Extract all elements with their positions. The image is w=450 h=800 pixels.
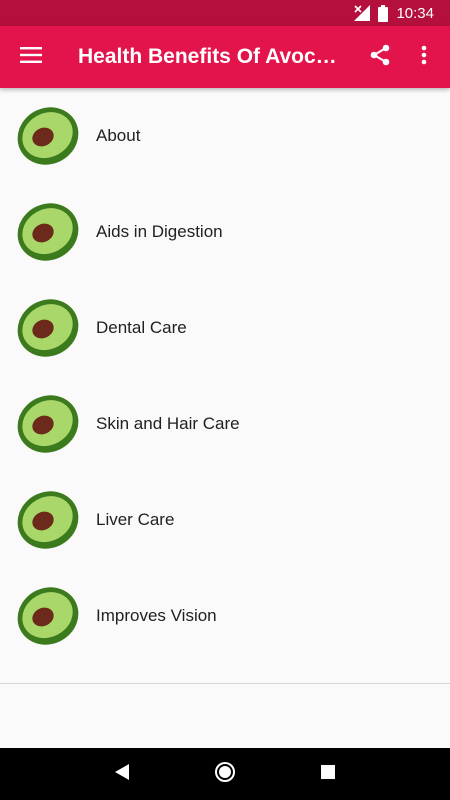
status-time: 10:34: [396, 4, 434, 22]
recents-icon: [321, 764, 336, 784]
list-item-about[interactable]: About: [0, 88, 450, 184]
battery-icon: [378, 4, 389, 22]
menu-button[interactable]: [0, 26, 62, 88]
home-icon: [214, 761, 236, 788]
home-button[interactable]: [205, 754, 245, 794]
back-icon: [114, 763, 129, 785]
list-item-improves-vision[interactable]: Improves Vision: [0, 568, 450, 664]
back-button[interactable]: [102, 754, 142, 794]
list-item-liver-care[interactable]: Liver Care: [0, 472, 450, 568]
list-item-label: Improves Vision: [96, 606, 217, 625]
avocado-icon: [16, 296, 80, 360]
list-item-skin-and-hair-care[interactable]: Skin and Hair Care: [0, 376, 450, 472]
list-item-label: Liver Care: [96, 510, 175, 529]
menu-icon: [20, 46, 42, 68]
avocado-icon: [16, 584, 80, 648]
avocado-icon: [16, 104, 80, 168]
avocado-icon: [16, 200, 80, 264]
list-item-label: Aids in Digestion: [96, 222, 223, 241]
app-bar: Health Benefits Of Avocado: [0, 26, 450, 88]
share-icon: [369, 44, 391, 71]
recents-button[interactable]: [308, 754, 348, 794]
more-options-button[interactable]: [404, 26, 444, 88]
list-item-dental-care[interactable]: Dental Care: [0, 280, 450, 376]
page-title: Health Benefits Of Avocado: [78, 45, 348, 68]
navigation-bar: [0, 748, 450, 800]
more-vert-icon: [421, 45, 427, 70]
avocado-icon: [16, 392, 80, 456]
share-button[interactable]: [356, 26, 404, 88]
avocado-icon: [16, 488, 80, 552]
status-bar: 10:34: [0, 0, 450, 26]
list-divider: [0, 683, 450, 684]
list-item-label: Skin and Hair Care: [96, 414, 240, 433]
list-item-label: Dental Care: [96, 318, 187, 337]
signal-off-icon: [354, 5, 371, 21]
list-item-aids-in-digestion[interactable]: Aids in Digestion: [0, 184, 450, 280]
list-item-label: About: [96, 126, 141, 145]
topic-list: About Aids in Digestion Dental Care Skin…: [0, 88, 450, 684]
